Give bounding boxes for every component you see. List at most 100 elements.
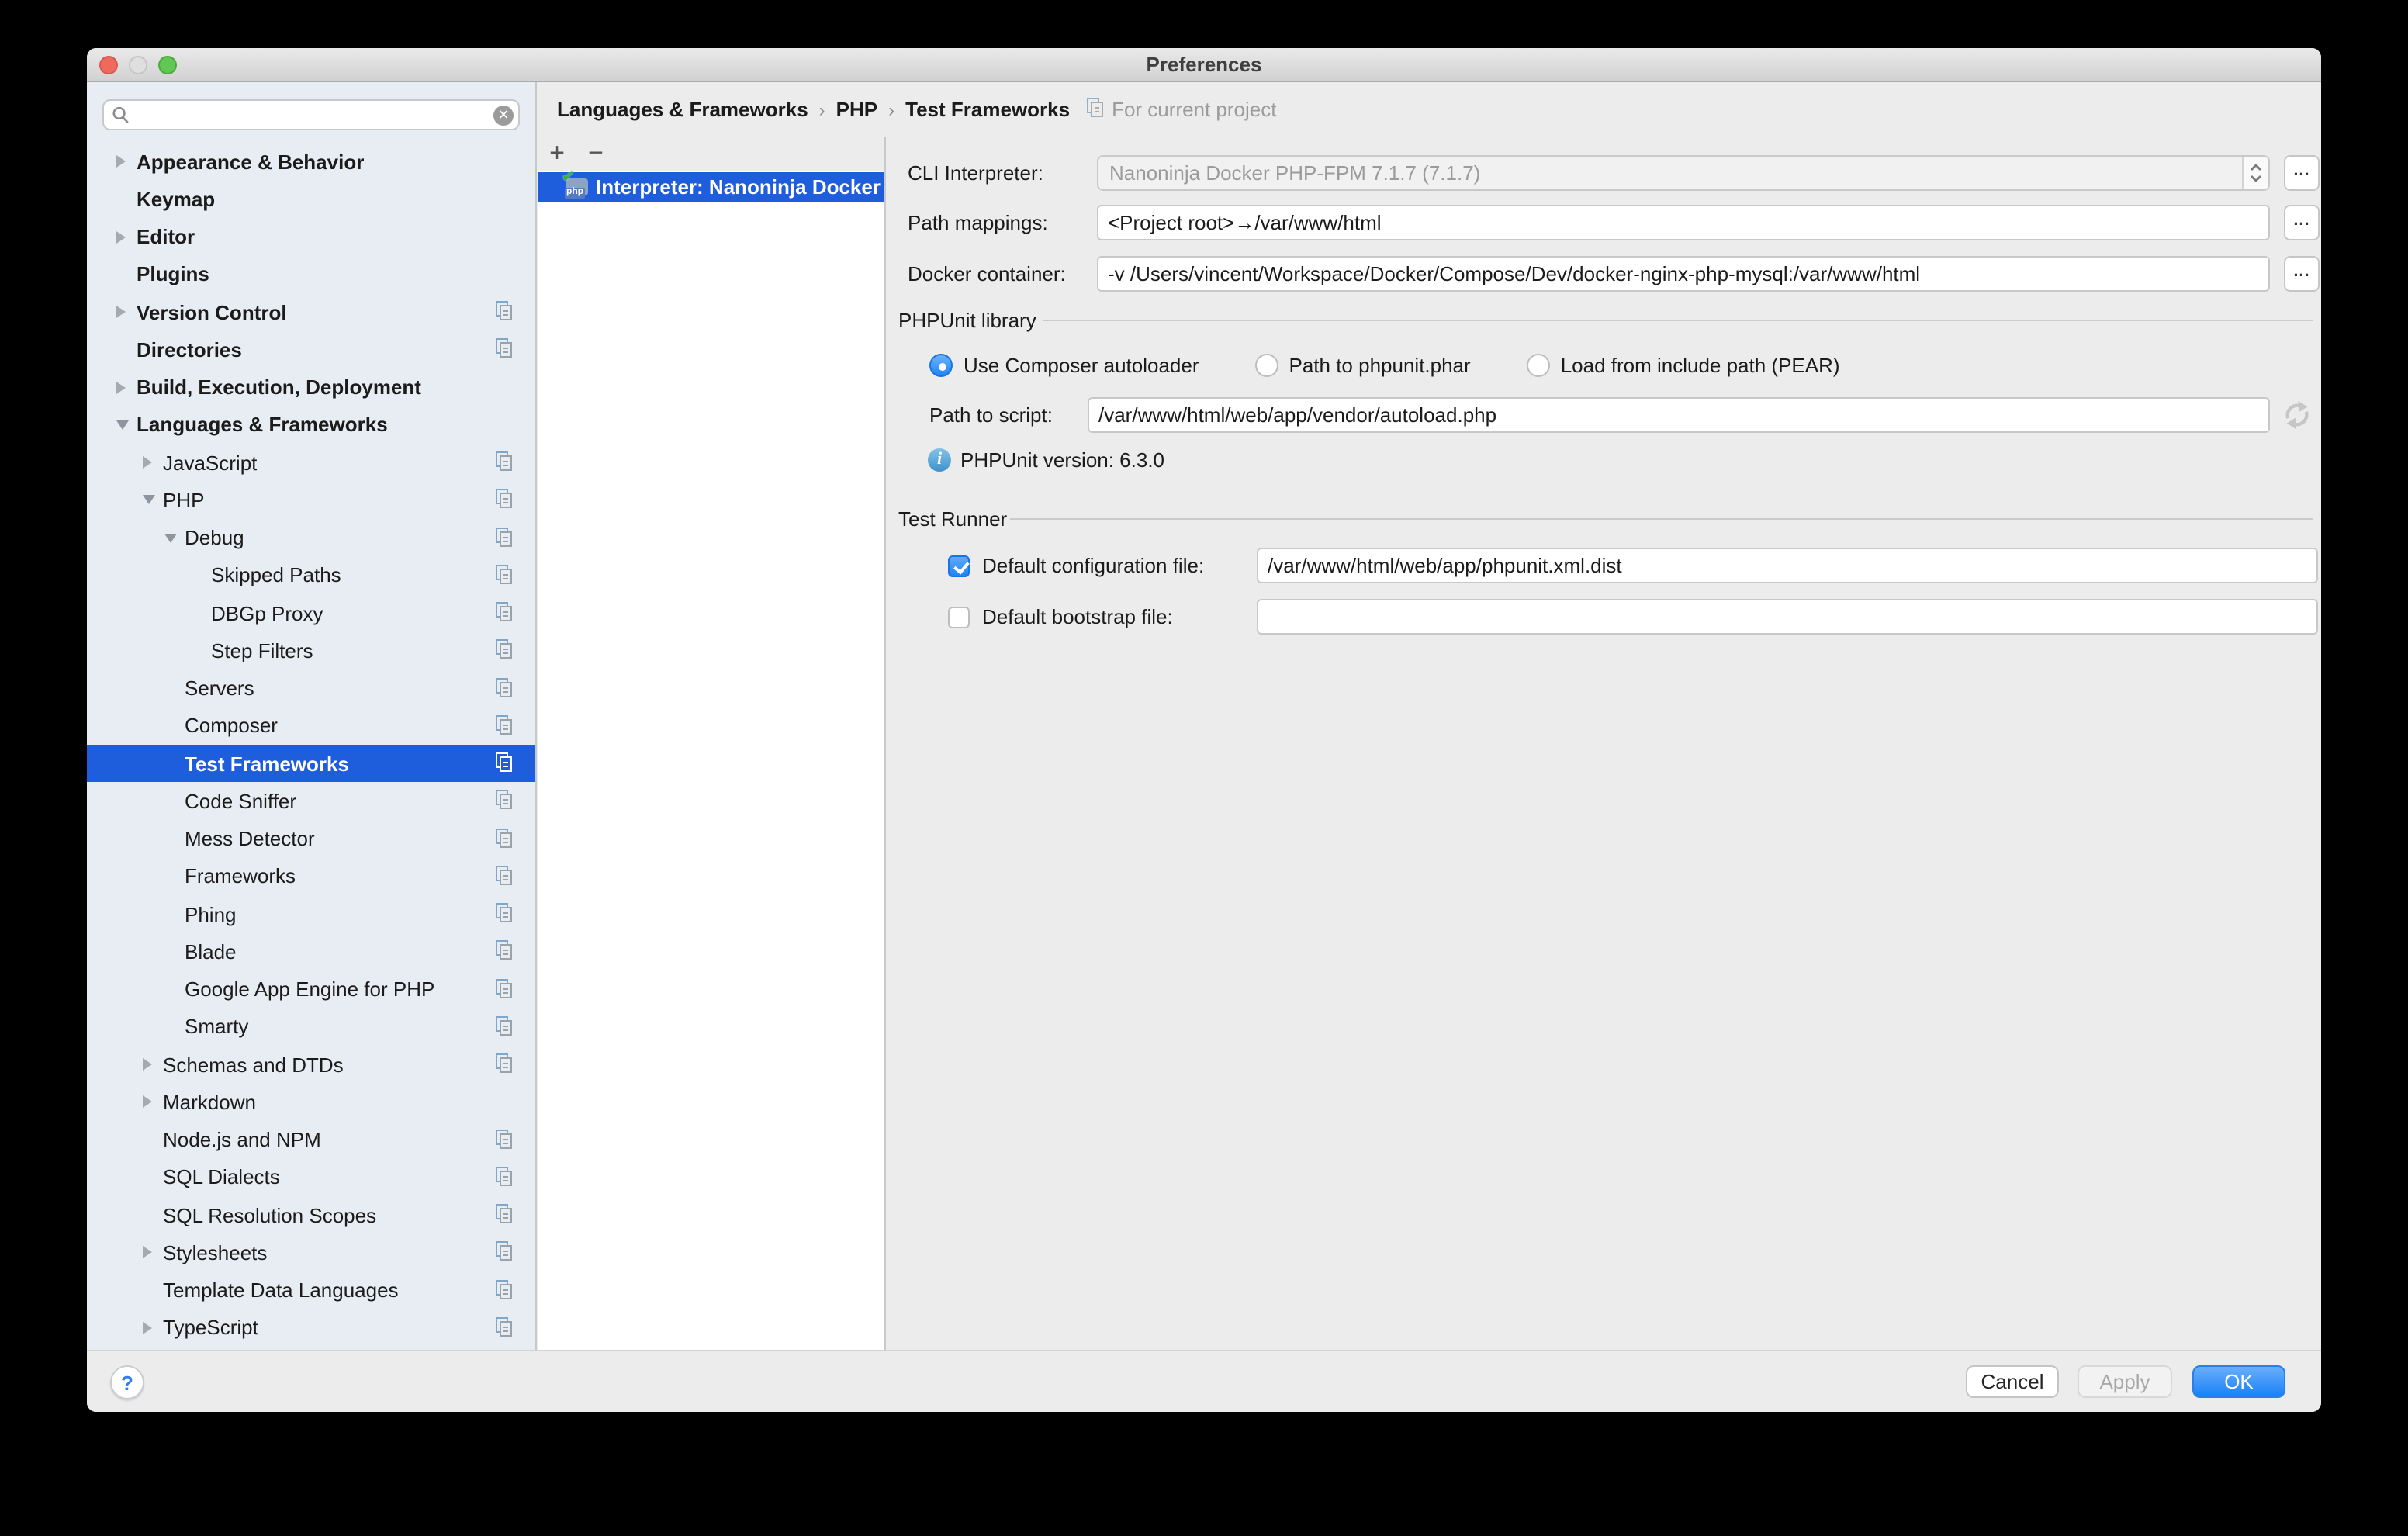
chevron-down-icon[interactable] bbox=[143, 496, 155, 505]
sidebar-item-typescript[interactable]: TypeScript bbox=[87, 1309, 535, 1347]
docker-container-input[interactable] bbox=[1097, 256, 2270, 292]
sidebar-item-label: Test Frameworks bbox=[185, 752, 349, 775]
cancel-button[interactable]: Cancel bbox=[1966, 1365, 2059, 1398]
phpunit-version-note: PHPUnit version: 6.3.0 bbox=[960, 442, 1164, 478]
sidebar-item-stylesheets[interactable]: Stylesheets bbox=[87, 1234, 535, 1272]
add-interpreter-button[interactable]: + bbox=[541, 137, 573, 171]
chevron-right-icon[interactable] bbox=[143, 1247, 152, 1259]
sidebar-item-editor[interactable]: Editor bbox=[87, 218, 535, 256]
radio-use-composer-autoloader[interactable]: Use Composer autoloader bbox=[929, 354, 1199, 377]
chevron-right-icon[interactable] bbox=[143, 456, 152, 469]
chevron-down-icon[interactable] bbox=[116, 420, 129, 430]
chevron-down-icon[interactable] bbox=[164, 533, 177, 542]
browse-path-mappings-button[interactable]: ... bbox=[2284, 205, 2320, 240]
per-project-settings-icon bbox=[495, 715, 514, 740]
radio-icon[interactable] bbox=[1255, 354, 1278, 377]
sidebar-item-template-data-languages[interactable]: Template Data Languages bbox=[87, 1271, 535, 1309]
per-project-settings-icon bbox=[495, 1317, 514, 1342]
radio-icon[interactable] bbox=[929, 354, 953, 377]
sidebar-item-servers[interactable]: Servers bbox=[87, 669, 535, 707]
chevron-right-icon[interactable] bbox=[143, 1096, 152, 1109]
reload-autoloader-icon[interactable] bbox=[2281, 399, 2313, 436]
chevron-right-icon[interactable] bbox=[116, 381, 126, 393]
sidebar-item-markdown[interactable]: Markdown bbox=[87, 1084, 535, 1122]
default-configuration-input[interactable] bbox=[1257, 548, 2318, 583]
interpreter-list-toolbar: + − bbox=[538, 137, 884, 171]
sidebar-item-sql-resolution-scopes[interactable]: SQL Resolution Scopes bbox=[87, 1196, 535, 1234]
per-project-settings-icon bbox=[495, 1167, 514, 1192]
settings-tree: Appearance & BehaviorKeymap Editor Plugins… bbox=[87, 143, 535, 1347]
sidebar-item-dbgp-proxy[interactable]: DBGp Proxy bbox=[87, 594, 535, 632]
sidebar-item-google-app-engine-for-php[interactable]: Google App Engine for PHP bbox=[87, 970, 535, 1008]
sidebar-item-code-sniffer[interactable]: Code Sniffer bbox=[87, 783, 535, 821]
sidebar-item-label: Markdown bbox=[163, 1091, 256, 1114]
sidebar-item-version-control[interactable]: Version Control bbox=[87, 293, 535, 331]
path-mappings-label: Path mappings: bbox=[908, 205, 1048, 240]
sidebar-item-label: Frameworks bbox=[185, 865, 296, 888]
default-bootstrap-checkbox[interactable] bbox=[948, 607, 970, 628]
titlebar[interactable]: Preferences bbox=[87, 48, 2321, 82]
sidebar-item-sql-dialects[interactable]: SQL Dialects bbox=[87, 1159, 535, 1197]
sidebar-item-schemas-and-dtds[interactable]: Schemas and DTDs bbox=[87, 1046, 535, 1084]
desktop-background: Preferences ✕ Appearance & BehaviorKeyma… bbox=[0, 0, 2408, 1536]
search-input[interactable] bbox=[138, 101, 484, 129]
browse-docker-container-button[interactable]: ... bbox=[2284, 256, 2320, 292]
ok-button[interactable]: OK bbox=[2192, 1365, 2285, 1398]
remove-interpreter-button[interactable]: − bbox=[580, 137, 611, 171]
sidebar-item-directories[interactable]: Directories bbox=[87, 331, 535, 369]
per-project-settings-icon bbox=[495, 1204, 514, 1229]
sidebar-item-node-js-and-npm[interactable]: Node.js and NPM bbox=[87, 1121, 535, 1159]
chevron-right-icon[interactable] bbox=[143, 1322, 152, 1334]
settings-search-field[interactable]: ✕ bbox=[102, 99, 520, 130]
chevron-right-icon[interactable] bbox=[143, 1058, 152, 1071]
breadcrumb-php[interactable]: PHP bbox=[836, 98, 877, 121]
sidebar-item-frameworks[interactable]: Frameworks bbox=[87, 858, 535, 896]
sidebar-item-keymap[interactable]: Keymap bbox=[87, 181, 535, 219]
sidebar-item-label: DBGp Proxy bbox=[211, 601, 323, 624]
docker-container-label: Docker container: bbox=[908, 256, 1066, 292]
sidebar-item-test-frameworks[interactable]: Test Frameworks bbox=[87, 745, 535, 783]
apply-button[interactable]: Apply bbox=[2078, 1365, 2172, 1398]
sidebar-item-languages-frameworks[interactable]: Languages & Frameworks bbox=[87, 406, 535, 445]
sidebar-item-label: Google App Engine for PHP bbox=[185, 977, 434, 1001]
sidebar-item-skipped-paths[interactable]: Skipped Paths bbox=[87, 557, 535, 595]
sidebar-item-blade[interactable]: Blade bbox=[87, 933, 535, 971]
radio-icon[interactable] bbox=[1527, 354, 1550, 377]
default-bootstrap-input[interactable] bbox=[1257, 599, 2318, 635]
sidebar-item-label: Node.js and NPM bbox=[163, 1128, 321, 1151]
radio-path-to-phpunit-phar[interactable]: Path to phpunit.phar bbox=[1255, 354, 1471, 377]
search-icon bbox=[112, 106, 130, 133]
chevron-right-icon[interactable] bbox=[116, 230, 126, 243]
chevron-right-icon[interactable] bbox=[116, 155, 126, 168]
sidebar-item-step-filters[interactable]: Step Filters bbox=[87, 632, 535, 670]
sidebar-item-debug[interactable]: Debug bbox=[87, 519, 535, 557]
cli-interpreter-select[interactable]: Nanoninja Docker PHP-FPM 7.1.7 (7.1.7) bbox=[1097, 155, 2270, 191]
sidebar-item-label: Composer bbox=[185, 714, 278, 738]
path-to-script-input[interactable] bbox=[1088, 397, 2270, 433]
sidebar-item-label: Languages & Frameworks bbox=[137, 413, 388, 437]
sidebar-item-build-execution-deployment[interactable]: Build, Execution, Deployment bbox=[87, 368, 535, 406]
default-bootstrap-label: Default bootstrap file: bbox=[982, 599, 1173, 635]
settings-header: Languages & Frameworks › PHP › Test Fram… bbox=[538, 82, 2321, 137]
sidebar-item-phing[interactable]: Phing bbox=[87, 895, 535, 933]
clear-search-icon[interactable]: ✕ bbox=[493, 106, 514, 126]
radio-load-from-include-path-pear[interactable]: Load from include path (PEAR) bbox=[1527, 354, 1840, 377]
help-button[interactable]: ? bbox=[110, 1365, 144, 1399]
sidebar-item-php[interactable]: PHP bbox=[87, 482, 535, 520]
path-mappings-input[interactable] bbox=[1097, 205, 2270, 240]
sidebar-item-label: Editor bbox=[137, 225, 195, 248]
browse-cli-interpreter-button[interactable]: ... bbox=[2284, 155, 2320, 191]
chevron-right-icon[interactable] bbox=[116, 306, 126, 318]
default-configuration-checkbox[interactable] bbox=[948, 555, 970, 577]
sidebar-item-mess-detector[interactable]: Mess Detector bbox=[87, 820, 535, 858]
per-project-settings-icon bbox=[495, 903, 514, 928]
sidebar-item-javascript[interactable]: JavaScript bbox=[87, 444, 535, 482]
sidebar-item-smarty[interactable]: Smarty bbox=[87, 1008, 535, 1046]
breadcrumb-languages-frameworks[interactable]: Languages & Frameworks bbox=[557, 98, 808, 121]
interpreter-list-item[interactable]: php✔Interpreter: Nanoninja Docker bbox=[538, 172, 884, 202]
sidebar-item-composer[interactable]: Composer bbox=[87, 707, 535, 746]
sidebar-item-plugins[interactable]: Plugins bbox=[87, 256, 535, 294]
sidebar-item-appearance-behavior[interactable]: Appearance & Behavior bbox=[87, 143, 535, 181]
breadcrumb-test-frameworks[interactable]: Test Frameworks bbox=[905, 98, 1070, 121]
sidebar-item-label: Servers bbox=[185, 676, 254, 700]
